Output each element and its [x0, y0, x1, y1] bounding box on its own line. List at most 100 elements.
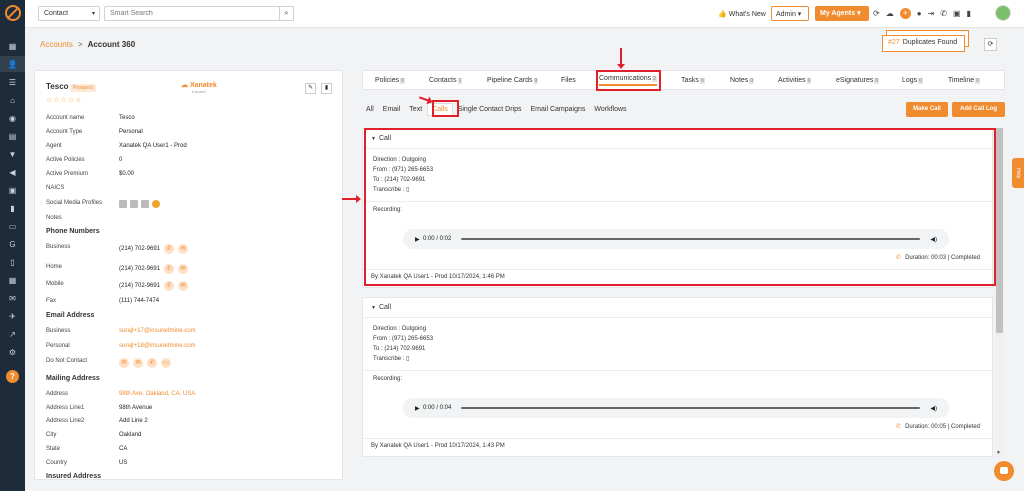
document-icon[interactable]: ▯ — [0, 254, 25, 270]
message-icon[interactable]: ✉ — [133, 358, 143, 368]
megaphone-icon[interactable]: ◀ — [0, 164, 25, 180]
clipboard-icon[interactable]: ▣ — [0, 182, 25, 198]
user-icon[interactable]: ◉ — [0, 110, 25, 126]
globe-icon[interactable] — [152, 200, 160, 208]
sidebar: ▦ 👤 ☰ ⌂ ◉ ▤ ▼ ◀ ▣ ▮ ▭ G ▯ ▦ ✉ ✈ ↗ ⚙ ? — [0, 0, 25, 491]
email-label: Personal — [46, 343, 70, 349]
avatar[interactable] — [995, 5, 1011, 21]
audio-progress[interactable] — [461, 407, 921, 409]
search-input[interactable] — [104, 6, 292, 21]
duplicates-box: #27 Duplicates Found — [882, 35, 965, 52]
address-link[interactable]: 98th Ave, Oakland, CA, USA — [119, 391, 195, 397]
duplicates-count: #27 — [888, 39, 900, 46]
phone-icon[interactable]: ✆ — [164, 244, 175, 254]
subtab-text[interactable]: Text — [405, 104, 426, 115]
message-icon[interactable]: ✉ — [178, 281, 189, 291]
subtab-email-campaigns[interactable]: Email Campaigns — [527, 104, 590, 115]
sync-icon[interactable]: ⟳ — [873, 9, 880, 18]
tab-count: 0 — [749, 77, 755, 84]
document-icon[interactable]: ▯ — [406, 356, 409, 362]
phone-icon[interactable]: ✆ — [940, 9, 947, 18]
phone-icon[interactable]: ✆ — [147, 358, 157, 368]
subtab-all[interactable]: All — [362, 104, 378, 115]
users-icon[interactable]: ● — [917, 9, 922, 18]
calendar-icon[interactable]: ▤ — [0, 128, 25, 144]
accounts-icon[interactable]: 👤 — [0, 56, 25, 72]
dashboard-icon[interactable]: ▦ — [0, 38, 25, 54]
whats-new-link[interactable]: 👍 What's New — [718, 10, 766, 18]
help-icon[interactable]: ? — [6, 370, 19, 383]
message-icon[interactable]: ✉ — [178, 244, 189, 254]
phone-value: (111) 744-7474 — [119, 298, 160, 304]
tab-label: Files — [561, 76, 576, 84]
subtab-bar: All Email Text Calls Single Contact Drip… — [362, 103, 632, 116]
tab-timeline[interactable]: Timeline 0 — [948, 77, 980, 84]
funnel-icon[interactable]: ▼ — [0, 146, 25, 162]
linkedin-icon[interactable] — [119, 200, 127, 208]
tab-activities[interactable]: Activities 0 — [778, 77, 812, 84]
message-icon[interactable]: ✉ — [178, 264, 189, 274]
highlight-communications — [596, 70, 661, 91]
breadcrumb-accounts[interactable]: Accounts — [40, 40, 73, 49]
email-link[interactable]: surajt+17@insuredmine.com — [119, 328, 196, 334]
graph-icon[interactable]: ↗ — [0, 326, 25, 342]
refresh-icon[interactable]: ⟳ — [984, 38, 997, 51]
facebook-icon[interactable] — [130, 200, 138, 208]
twitter-icon[interactable] — [141, 200, 149, 208]
subtab-single-contact-drips[interactable]: Single Contact Drips — [454, 104, 526, 115]
rating-stars[interactable]: ☆☆☆☆☆ — [46, 96, 82, 104]
trash-icon[interactable]: ▮ — [967, 9, 971, 18]
delete-icon[interactable]: ▮ — [321, 83, 332, 94]
tab-label: Contacts — [429, 76, 457, 84]
make-call-button[interactable]: Make Call — [906, 102, 948, 117]
exit-icon[interactable]: ⇥ — [928, 9, 935, 18]
cloud-icon[interactable]: ☁ — [886, 9, 894, 18]
subtab-email[interactable]: Email — [379, 104, 405, 115]
play-icon[interactable]: ▶ — [415, 405, 420, 412]
subtab-workflows[interactable]: Workflows — [590, 104, 630, 115]
scrollbar-thumb[interactable] — [996, 128, 1003, 333]
tab-tasks[interactable]: Tasks 0 — [681, 77, 705, 84]
calculator-icon[interactable]: ▦ — [0, 272, 25, 288]
google-icon[interactable]: G — [0, 236, 25, 252]
folder-icon[interactable]: ▭ — [0, 218, 25, 234]
phone-icon[interactable]: ✆ — [164, 264, 175, 274]
email-link[interactable]: surajt+18@insuredmine.com — [119, 343, 196, 349]
volume-icon[interactable]: ◀) — [930, 405, 937, 412]
add-icon[interactable]: + — [899, 8, 911, 19]
audio-player[interactable]: ▶ 0:00 / 0:04 ◀) — [403, 398, 949, 418]
tab-policies[interactable]: Policies 0 — [375, 77, 405, 84]
app-logo[interactable] — [5, 5, 21, 21]
tab-files[interactable]: Files — [561, 77, 576, 84]
call-card-header[interactable]: ▼ Call — [363, 298, 992, 318]
building-icon[interactable]: ⌂ — [0, 92, 25, 108]
duplicates-found-button[interactable]: #27 Duplicates Found — [882, 30, 969, 53]
tab-logs[interactable]: Logs 0 — [902, 77, 923, 84]
add-call-log-button[interactable]: Add Call Log — [952, 102, 1005, 117]
edit-icon[interactable]: ✎ — [305, 83, 316, 94]
help-tab[interactable]: Help — [1012, 158, 1024, 188]
scrollbar[interactable]: ▼ — [995, 128, 1004, 458]
chip-icon[interactable]: ▣ — [953, 9, 961, 18]
chevron-down-icon: ▾ — [91, 11, 95, 17]
email-label: Business — [46, 328, 71, 334]
my-agents-button[interactable]: My Agents ▾ — [815, 6, 869, 21]
email-icon[interactable]: ✉ — [119, 358, 129, 368]
search-icon[interactable]: ⌕ — [279, 6, 294, 21]
plane-icon[interactable]: ✈ — [0, 308, 25, 324]
logo-sub: Insured — [192, 89, 206, 94]
context-select[interactable]: Contact ▾ — [38, 6, 100, 21]
chat-icon[interactable] — [994, 461, 1014, 481]
tab-contacts[interactable]: Contacts 1 — [429, 76, 463, 84]
tab-esignatures[interactable]: eSignatures 0 — [836, 77, 880, 84]
scroll-down-icon[interactable]: ▼ — [996, 450, 1001, 456]
tab-notes[interactable]: Notes 0 — [730, 77, 755, 84]
chart-icon[interactable]: ▮ — [0, 200, 25, 216]
mail-icon[interactable]: ✉ — [0, 290, 25, 306]
gear-icon[interactable]: ⚙ — [0, 344, 25, 360]
mail-icon[interactable]: ▭ — [161, 358, 171, 368]
tab-pipeline-cards[interactable]: Pipeline Cards 0 — [487, 77, 539, 84]
admin-select[interactable]: Admin ▾ — [771, 6, 809, 21]
phone-icon[interactable]: ✆ — [164, 281, 175, 291]
contacts-icon[interactable]: ☰ — [0, 74, 25, 90]
